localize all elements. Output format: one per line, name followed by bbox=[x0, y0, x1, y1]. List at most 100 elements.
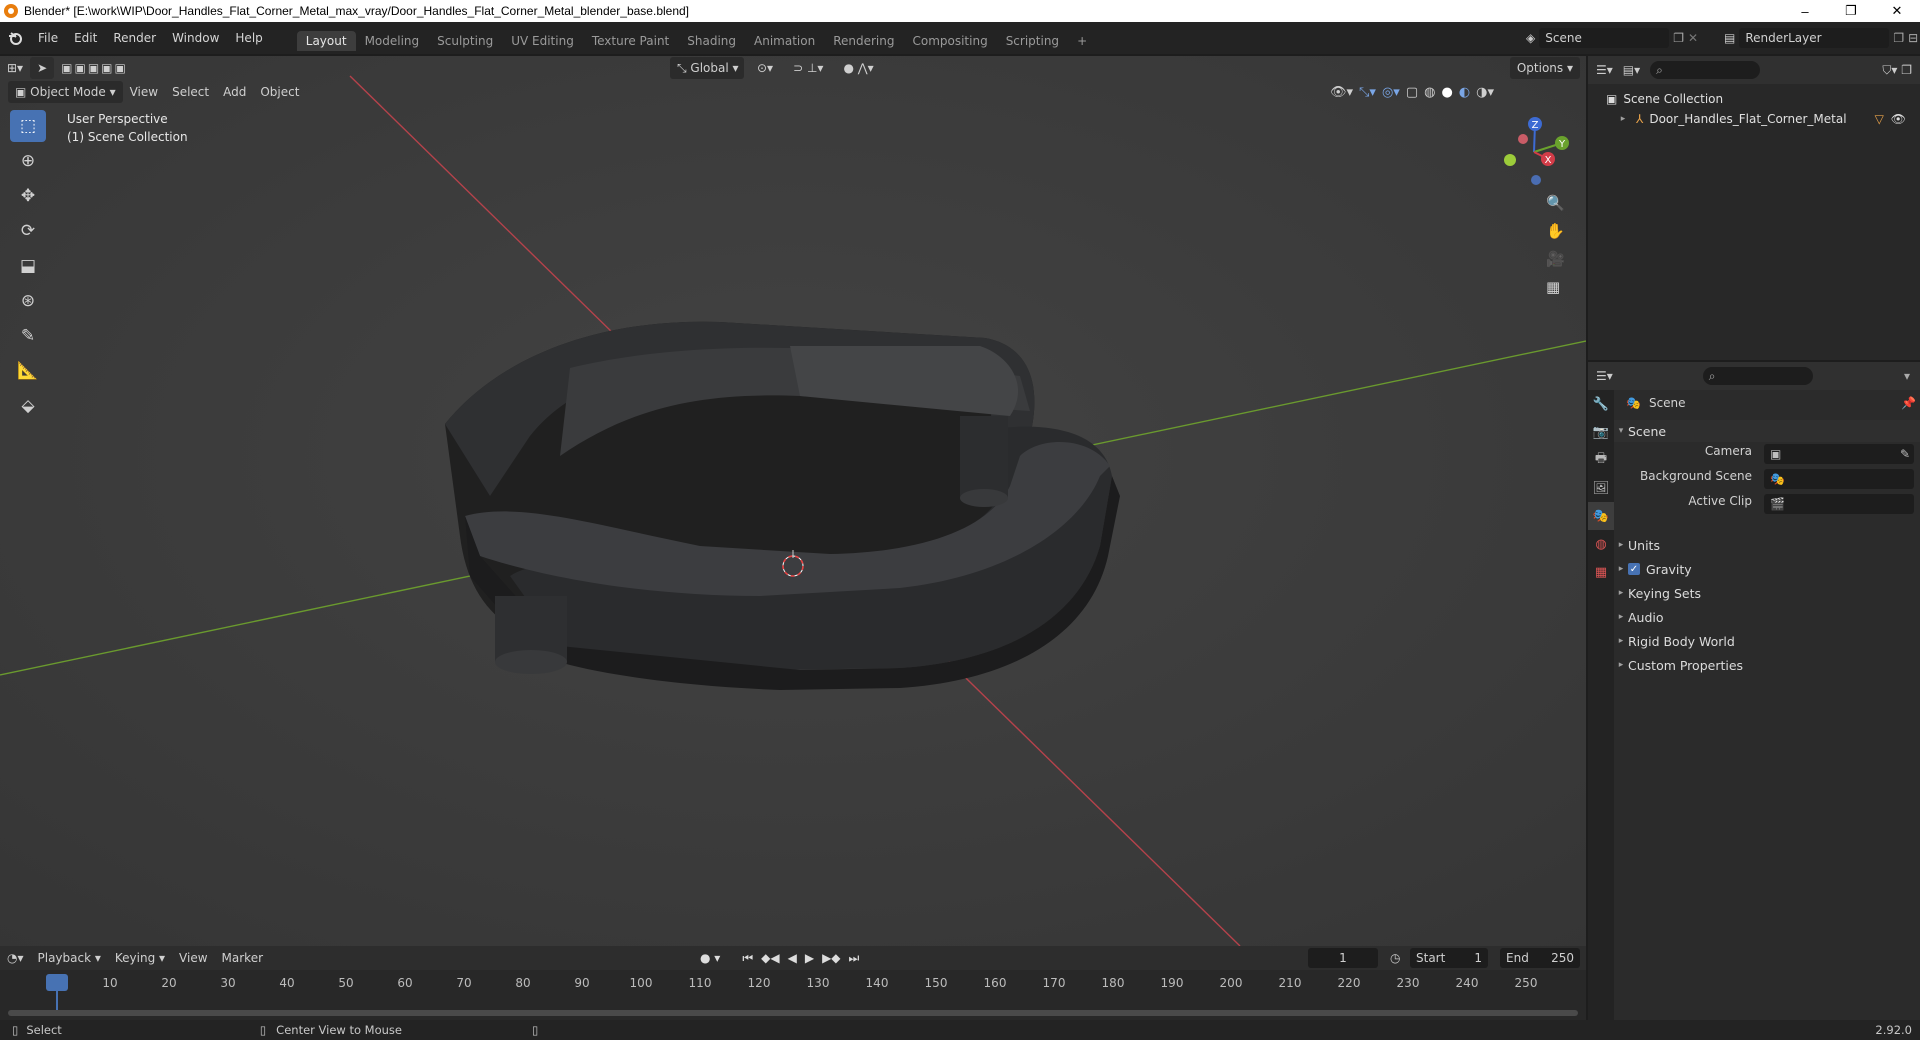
select-menu[interactable]: Select bbox=[165, 81, 216, 103]
object-mode-dropdown[interactable]: ▣ Object Mode ▾ bbox=[8, 81, 123, 103]
zoom-icon[interactable]: 🔍 bbox=[1546, 194, 1565, 212]
tool-tab-icon[interactable]: 🔧 bbox=[1588, 390, 1614, 418]
transform-icon[interactable]: ⊛ bbox=[10, 285, 46, 317]
scene-panel-header[interactable]: ▾ Scene bbox=[1614, 420, 1920, 442]
camera-icon[interactable]: 🎥 bbox=[1546, 250, 1565, 268]
wireframe-shading-icon[interactable]: ◍ bbox=[1424, 85, 1435, 100]
render-tab-icon[interactable]: 📷 bbox=[1588, 418, 1614, 446]
delete-scene-icon[interactable]: ✕ bbox=[1688, 31, 1698, 45]
tab-compositing[interactable]: Compositing bbox=[903, 31, 996, 51]
gravity-panel-header[interactable]: ▸ ✓ Gravity bbox=[1614, 558, 1920, 580]
select-box-icon[interactable]: ⬚ bbox=[10, 110, 46, 142]
scene-name-field[interactable]: Scene bbox=[1539, 28, 1670, 48]
measure-icon[interactable]: 📐 bbox=[10, 355, 46, 387]
blender-menu-icon[interactable] bbox=[0, 30, 30, 46]
expand-triangle-icon[interactable]: ▸ bbox=[1616, 114, 1630, 124]
gizmo-toggle-icon[interactable]: ⤡▾ bbox=[1359, 85, 1376, 100]
view-menu[interactable]: View bbox=[123, 81, 165, 103]
rigid-body-world-label: Rigid Body World bbox=[1628, 633, 1735, 649]
rotate-icon[interactable]: ⟳ bbox=[10, 215, 46, 247]
timeline-tick: 110 bbox=[688, 976, 712, 990]
display-mode-icon[interactable]: ▤▾ bbox=[1623, 63, 1640, 77]
transform-orientation-dropdown[interactable]: ⤡ Global ▾ bbox=[670, 57, 744, 79]
rendered-shading-icon[interactable]: ◑▾ bbox=[1476, 85, 1494, 100]
tab-layout[interactable]: Layout bbox=[296, 31, 356, 51]
gravity-checkbox[interactable]: ✓ bbox=[1628, 563, 1640, 575]
menu-help[interactable]: Help bbox=[227, 31, 270, 45]
eye-icon[interactable]: 👁 bbox=[1891, 112, 1906, 126]
close-button[interactable]: ✕ bbox=[1874, 0, 1920, 22]
menu-window[interactable]: Window bbox=[164, 31, 227, 45]
tab-sculpting[interactable]: Sculpting bbox=[428, 31, 502, 51]
tab-texture-paint[interactable]: Texture Paint bbox=[583, 31, 678, 51]
cursor-icon[interactable]: ⊕ bbox=[10, 145, 46, 177]
filter-icon[interactable]: ⛉▾ ❐ bbox=[1882, 63, 1912, 78]
tab-modeling[interactable]: Modeling bbox=[356, 31, 429, 51]
render-layer-field[interactable]: RenderLayer bbox=[1739, 28, 1890, 48]
tool-select-icon[interactable]: ➤ bbox=[30, 57, 55, 79]
camera-field[interactable]: ▣ ✎ bbox=[1764, 444, 1914, 464]
delete-layer-icon[interactable]: ⊟ bbox=[1908, 31, 1918, 45]
visibility-icon[interactable]: 👁▾ bbox=[1330, 85, 1353, 100]
tab-uv-editing[interactable]: UV Editing bbox=[502, 31, 583, 51]
overlay-toggle-icon[interactable]: ◎▾ bbox=[1382, 85, 1400, 100]
properties-search-input[interactable]: ⌕ bbox=[1702, 367, 1813, 385]
pin-icon[interactable]: 📌 bbox=[1901, 396, 1916, 410]
outliner-item[interactable]: ▸ ⅄ Door_Handles_Flat_Corner_Metal ▽ 👁 bbox=[1616, 112, 1916, 126]
scene-collection-row[interactable]: ▣ Scene Collection bbox=[1606, 92, 1723, 106]
timeline-scrollbar[interactable] bbox=[8, 1010, 1578, 1016]
navigation-gizmo[interactable]: Z Y X bbox=[1490, 112, 1580, 192]
options-dropdown[interactable]: Options ▾ bbox=[1509, 57, 1580, 79]
texture-tab-icon[interactable]: ▦ bbox=[1588, 558, 1614, 586]
tab-shading[interactable]: Shading bbox=[678, 31, 745, 51]
keying-sets-panel-header[interactable]: ▸ Keying Sets bbox=[1614, 582, 1920, 604]
select-mode-icons[interactable]: ▣▣▣▣▣ bbox=[54, 57, 135, 79]
menu-file[interactable]: File bbox=[30, 31, 66, 45]
timeline-ruler[interactable]: 1102030405060708090100110120130140150160… bbox=[0, 946, 1586, 1020]
rigid-body-world-panel-header[interactable]: ▸ Rigid Body World bbox=[1614, 630, 1920, 652]
3d-viewport[interactable]: ⊞▾ ➤ ▣▣▣▣▣ ⤡ Global ▾ ⊙▾ ⊃ ⊥▾ ● ⋀▾ Optio… bbox=[0, 56, 1586, 946]
tab-rendering[interactable]: Rendering bbox=[824, 31, 903, 51]
object-menu[interactable]: Object bbox=[253, 81, 306, 103]
minimize-button[interactable]: – bbox=[1782, 0, 1828, 22]
gravity-label: Gravity bbox=[1646, 561, 1692, 577]
new-layer-icon[interactable]: ❐ bbox=[1893, 31, 1904, 45]
hand-icon[interactable]: ✋ bbox=[1546, 222, 1565, 240]
tab-scripting[interactable]: Scripting bbox=[997, 31, 1068, 51]
material-shading-icon[interactable]: ◐ bbox=[1459, 85, 1470, 100]
add-menu[interactable]: Add bbox=[216, 81, 253, 103]
maximize-button[interactable]: ❐ bbox=[1828, 0, 1874, 22]
outliner-search-input[interactable]: ⌕ bbox=[1650, 61, 1761, 79]
tab-animation[interactable]: Animation bbox=[745, 31, 824, 51]
playhead-marker[interactable] bbox=[46, 974, 68, 991]
units-panel-header[interactable]: ▸ Units bbox=[1614, 534, 1920, 556]
eyedropper-icon[interactable]: ✎ bbox=[1900, 447, 1910, 461]
outliner-editor-icon[interactable]: ☰▾ bbox=[1596, 63, 1613, 77]
menu-render[interactable]: Render bbox=[105, 31, 164, 45]
scene-tab-icon[interactable]: 🎭 bbox=[1588, 502, 1614, 530]
menu-edit[interactable]: Edit bbox=[66, 31, 105, 45]
grid-icon[interactable]: ▦ bbox=[1546, 278, 1565, 296]
custom-properties-panel-header[interactable]: ▸ Custom Properties bbox=[1614, 654, 1920, 676]
active-clip-field[interactable]: 🎬 bbox=[1764, 494, 1914, 514]
move-icon[interactable]: ✥ bbox=[10, 180, 46, 212]
new-scene-icon[interactable]: ❐ bbox=[1673, 31, 1684, 45]
proportional-edit-icon[interactable]: ● ⋀▾ bbox=[836, 57, 880, 79]
timeline-tick: 90 bbox=[574, 976, 590, 990]
pivot-icon[interactable]: ⊙▾ bbox=[750, 57, 780, 79]
add-workspace-button[interactable]: + bbox=[1068, 31, 1096, 51]
audio-panel-header[interactable]: ▸ Audio bbox=[1614, 606, 1920, 628]
properties-editor-icon[interactable]: ☰▾ bbox=[1596, 369, 1613, 383]
scale-icon[interactable]: ⬓ bbox=[10, 250, 46, 282]
chevron-down-icon[interactable]: ▾ bbox=[1904, 369, 1910, 383]
solid-shading-icon[interactable]: ● bbox=[1441, 85, 1452, 100]
xray-icon[interactable]: ▢ bbox=[1406, 85, 1418, 100]
add-cube-icon[interactable]: ⬙ bbox=[10, 390, 46, 422]
annotate-icon[interactable]: ✎ bbox=[10, 320, 46, 352]
snap-icon[interactable]: ⊃ ⊥▾ bbox=[786, 57, 830, 79]
background-scene-field[interactable]: 🎭 bbox=[1764, 469, 1914, 489]
editor-type-icon[interactable]: ⊞▾ bbox=[0, 57, 30, 79]
world-tab-icon[interactable]: ◍ bbox=[1588, 530, 1614, 558]
scene-selector-icon[interactable]: ◈ bbox=[1526, 31, 1535, 45]
render-layer-icon[interactable]: ▤ bbox=[1724, 31, 1735, 45]
